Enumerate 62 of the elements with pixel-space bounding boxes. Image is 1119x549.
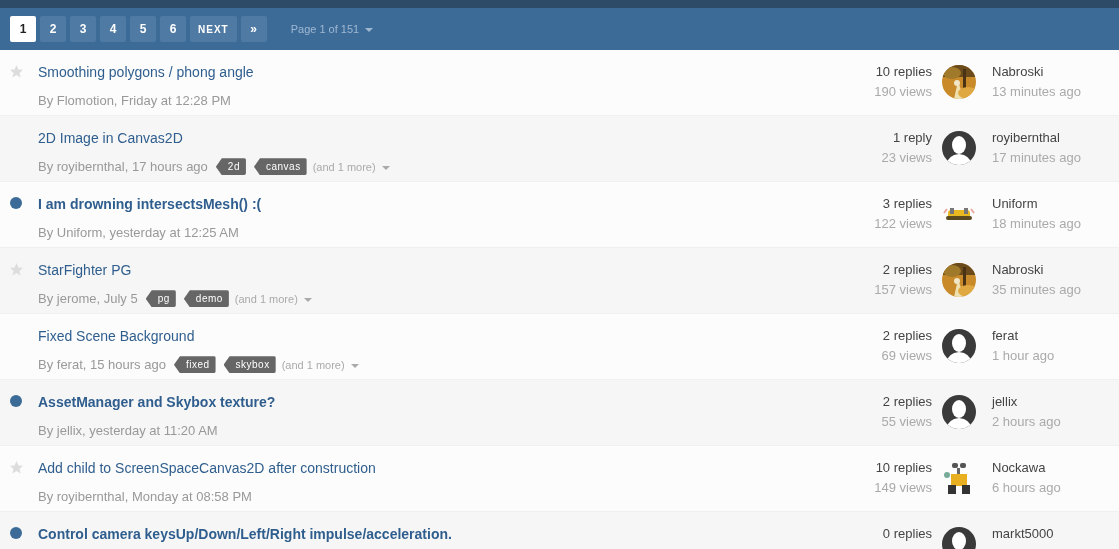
tag[interactable]: canvas xyxy=(253,158,307,176)
topic-author-date: By ferat, 15 hours ago xyxy=(38,356,166,374)
page-button[interactable]: 1 xyxy=(10,16,36,42)
last-poster-name: Nockawa xyxy=(992,459,1047,477)
user-silhouette-icon xyxy=(942,395,976,429)
reply-count: 2 replies xyxy=(881,393,932,411)
topic-title-link[interactable]: 2D Image in Canvas2D xyxy=(38,130,183,146)
reply-count: 10 replies xyxy=(874,63,932,81)
user-silhouette-icon xyxy=(942,329,976,363)
last-post-time: 13 minutes ago xyxy=(992,82,1082,101)
view-count: 69 views xyxy=(880,346,932,365)
topic-author-date: By royibernthal, 17 hours ago xyxy=(38,158,208,176)
last-post-time: 2 hours ago xyxy=(992,412,1062,431)
tag[interactable]: demo xyxy=(183,290,229,308)
topic-title-link[interactable]: StarFighter PG xyxy=(38,262,132,278)
topic-title-link[interactable]: AssetManager and Skybox texture? xyxy=(38,394,276,410)
page-button[interactable]: 5 xyxy=(130,16,156,42)
topic-title-link[interactable]: Smoothing polygons / phong angle xyxy=(38,64,254,80)
page-button[interactable]: 6 xyxy=(160,16,186,42)
topic-title-link[interactable]: I am drowning intersectsMesh() :( xyxy=(38,196,262,212)
page-button[interactable]: 2 xyxy=(40,16,66,42)
topic-title-link[interactable]: Fixed Scene Background xyxy=(38,328,195,344)
last-poster-name: Uniform xyxy=(992,195,1039,213)
tag[interactable]: 2d xyxy=(215,158,246,176)
last-poster-name: Nabroski xyxy=(992,63,1045,81)
page-button[interactable]: 3 xyxy=(70,16,96,42)
tag[interactable]: fixed xyxy=(173,356,216,374)
user-silhouette-icon xyxy=(942,131,976,165)
last-post-time: 1 hour ago xyxy=(992,346,1056,365)
last-post-time: 6 hours ago xyxy=(992,478,1062,497)
page-button[interactable]: 4 xyxy=(100,16,126,42)
reply-count: 2 replies xyxy=(881,327,932,345)
topic-title-link[interactable]: Control camera keysUp/Down/Left/Right impulse/acceleration. xyxy=(38,526,452,542)
view-count: 55 views xyxy=(880,412,932,431)
reply-count: 1 reply xyxy=(891,129,932,147)
next-button[interactable]: NEXT xyxy=(190,16,237,42)
last-poster-name: jellix xyxy=(992,393,1019,411)
last-poster-name: Nabroski xyxy=(992,261,1045,279)
tag[interactable]: skybox xyxy=(223,356,276,374)
last-poster-name: markt5000 xyxy=(992,525,1055,543)
view-count: 122 views xyxy=(873,214,932,233)
topic-author-date: By jerome, July 5 xyxy=(38,290,138,308)
last-poster-name: royibernthal xyxy=(992,129,1061,147)
topic-author-date: By Flomotion, Friday at 12:28 PM xyxy=(38,92,231,110)
last-post-time: 35 minutes ago xyxy=(992,280,1082,299)
reply-count: 10 replies xyxy=(874,459,932,477)
view-count: 157 views xyxy=(873,280,932,299)
reply-count: 2 replies xyxy=(881,261,932,279)
last-post-time: 18 minutes ago xyxy=(992,214,1082,233)
view-count: 149 views xyxy=(873,478,932,497)
topic-author-date: By jellix, yesterday at 11:20 AM xyxy=(38,422,218,440)
tag[interactable]: pg xyxy=(145,290,176,308)
topic-title-link[interactable]: Add child to ScreenSpaceCanvas2D after construction xyxy=(38,460,376,476)
topic-author-date: By Uniform, yesterday at 12:25 AM xyxy=(38,224,239,242)
topic-author-date: By royibernthal, Monday at 08:58 PM xyxy=(38,488,252,506)
reply-count: 0 replies xyxy=(881,525,932,543)
last-post-time: 17 minutes ago xyxy=(992,148,1082,167)
reply-count: 3 replies xyxy=(881,195,932,213)
view-count: 190 views xyxy=(873,82,932,101)
last-poster-name: ferat xyxy=(992,327,1019,345)
view-count: 23 views xyxy=(880,148,932,167)
last-page-button[interactable]: » xyxy=(240,16,267,42)
